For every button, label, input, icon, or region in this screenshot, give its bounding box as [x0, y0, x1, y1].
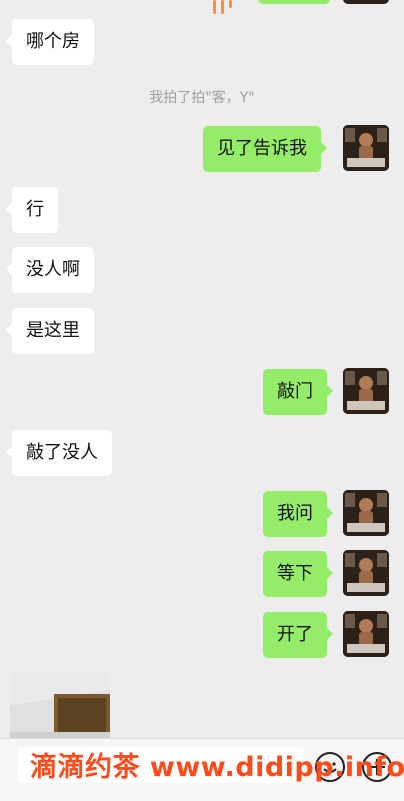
avatar-image [343, 550, 389, 596]
avatar-image [343, 490, 389, 536]
previous-avatar-edge [343, 0, 389, 4]
message-text: 行 [26, 199, 44, 220]
avatar-image [343, 368, 389, 414]
message-text: 没人啊 [26, 259, 80, 280]
my-avatar[interactable] [343, 611, 389, 657]
avatar-image [343, 125, 389, 171]
message-text: 敲了没人 [26, 442, 98, 463]
message-bubble-incoming[interactable]: 没人啊 [6, 247, 94, 293]
my-avatar[interactable] [343, 125, 389, 171]
message-bubble-incoming[interactable]: 敲了没人 [6, 430, 112, 476]
decor-mark [229, 0, 232, 8]
my-avatar[interactable] [343, 490, 389, 536]
message-text: 哪个房 [26, 31, 80, 52]
message-bubble-incoming[interactable]: 是这里 [6, 308, 94, 354]
message-text: 我问 [277, 503, 313, 524]
message-bubble-incoming[interactable]: 行 [6, 187, 58, 233]
message-bubble-outgoing[interactable]: 敲门 [263, 369, 333, 415]
message-bubble-outgoing[interactable]: 我问 [263, 491, 333, 537]
avatar-image [343, 611, 389, 657]
decor-mark [221, 0, 224, 14]
my-avatar[interactable] [343, 368, 389, 414]
message-text: 敲门 [277, 381, 313, 402]
previous-outgoing-bubble-edge [258, 0, 330, 4]
message-bubble-outgoing[interactable]: 等下 [263, 551, 333, 597]
message-text: 是这里 [26, 320, 80, 341]
message-bubble-outgoing[interactable]: 见了告诉我 [203, 126, 327, 172]
message-bubble-incoming[interactable]: 哪个房 [6, 19, 94, 65]
decor-mark [213, 0, 216, 14]
system-pat-notice: 我拍了拍"客，Y" [149, 90, 255, 106]
message-text: 开了 [277, 624, 313, 645]
message-text: 等下 [277, 563, 313, 584]
message-text: 见了告诉我 [217, 138, 307, 159]
my-avatar[interactable] [343, 550, 389, 596]
message-bubble-outgoing[interactable]: 开了 [263, 612, 333, 658]
watermark-text: 滴滴约茶 www.didipp.info [30, 752, 404, 783]
